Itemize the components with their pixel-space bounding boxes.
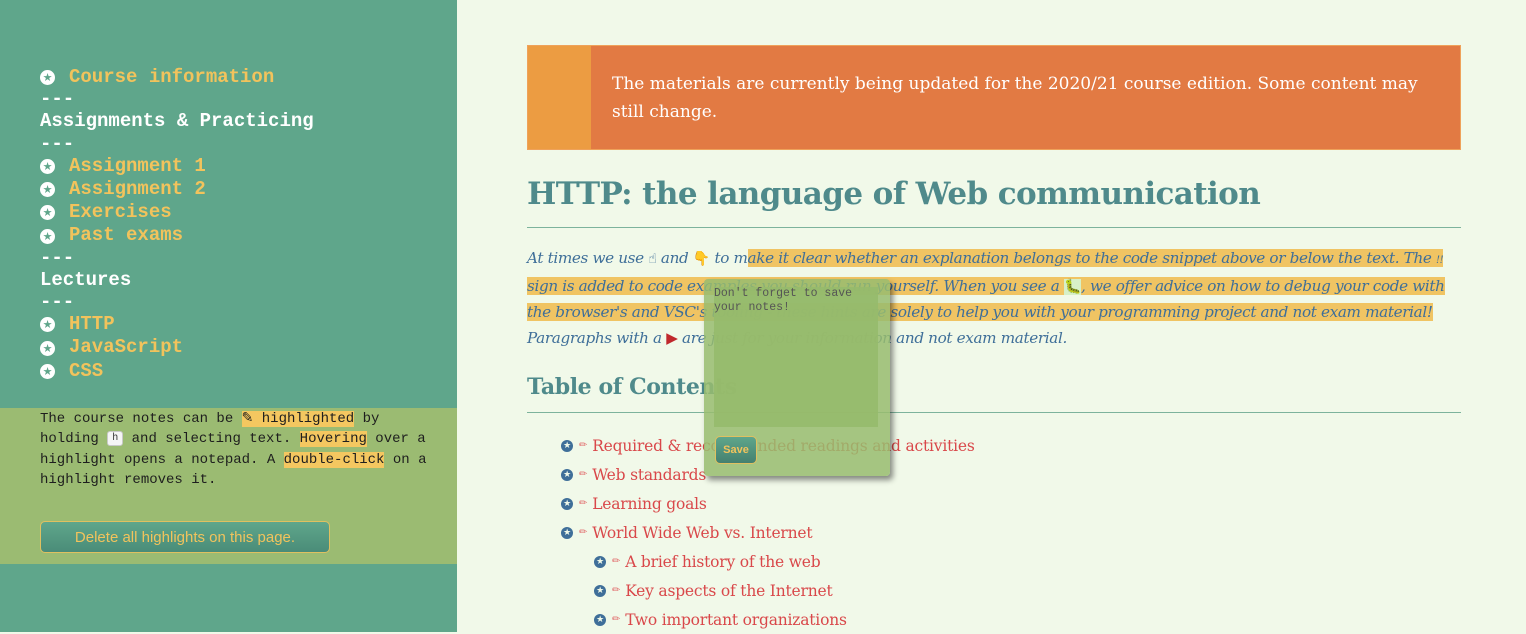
star-icon: ★: [40, 228, 55, 244]
sidebar-link[interactable]: Past exams: [69, 224, 183, 247]
toc-divider: [527, 412, 1461, 413]
star-icon: ★: [561, 497, 573, 510]
sidebar-link[interactable]: Assignment 1: [69, 155, 206, 178]
banner-text: The materials are currently being update…: [612, 74, 1418, 122]
toc-item: ★ ✏ Key aspects of the Internet: [594, 576, 975, 605]
sidebar-item[interactable]: ★ CSS: [40, 360, 314, 383]
sidebar-separator: ---: [40, 291, 75, 314]
star-icon: ★: [561, 468, 573, 481]
highlight-info-text: The course notes can be ✎ highlighted by…: [40, 409, 440, 490]
toc-item: ★ ✏ Learning goals: [561, 489, 975, 518]
pencil-icon: ✏: [579, 498, 588, 509]
toc-link[interactable]: Key aspects of the Internet: [625, 582, 833, 600]
notepad-textarea[interactable]: [714, 287, 878, 427]
toc-link[interactable]: A brief history of the web: [625, 553, 820, 571]
intro-text: to m: [709, 249, 748, 267]
sidebar-item[interactable]: ★ JavaScript: [40, 336, 314, 359]
pencil-icon: ✏: [579, 440, 588, 451]
star-icon: ★: [561, 526, 573, 539]
sidebar-heading: Lectures: [40, 268, 132, 291]
pencil-icon: ✏: [579, 469, 588, 480]
sidebar-link[interactable]: Exercises: [69, 201, 172, 224]
sidebar-item[interactable]: ★ Exercises: [40, 201, 314, 224]
intro-text: and: [656, 249, 693, 267]
info-text: and selecting text.: [123, 431, 300, 448]
star-icon: ★: [40, 158, 55, 174]
intro-paragraph: At times we use ☝ and 👇 to make it clear…: [527, 246, 1467, 352]
pencil-icon: ✏: [612, 614, 621, 625]
pencil-icon: ✏: [612, 585, 621, 596]
sidebar-heading: Assignments & Practicing: [40, 110, 314, 133]
sidebar-item[interactable]: ★ HTTP: [40, 313, 314, 336]
update-banner: The materials are currently being update…: [527, 45, 1461, 150]
toc-link[interactable]: Learning goals: [592, 495, 707, 513]
star-icon: ★: [40, 317, 55, 333]
sidebar-item[interactable]: ★ Assignment 2: [40, 178, 314, 201]
star-icon: ★: [594, 584, 606, 597]
highlighted-word: ✎ highlighted: [241, 411, 355, 427]
pencil-icon: ✏: [612, 556, 621, 567]
keyboard-key: h: [107, 431, 124, 447]
star-icon: ★: [594, 555, 606, 568]
sidebar-link[interactable]: HTTP: [69, 313, 115, 336]
save-button[interactable]: Save: [715, 436, 757, 464]
star-icon: ★: [561, 439, 573, 452]
bug-icon: 🐛: [1063, 278, 1082, 295]
title-divider: [527, 227, 1461, 228]
toc-item: ★ ✏ World Wide Web vs. Internet: [561, 518, 975, 547]
sidebar-separator: ---: [40, 88, 75, 111]
toc-link[interactable]: Two important organizations: [625, 611, 847, 629]
sidebar-link[interactable]: JavaScript: [69, 336, 183, 359]
delete-highlights-button[interactable]: Delete all highlights on this page.: [40, 521, 330, 553]
sidebar-item[interactable]: ★ Course information: [40, 66, 314, 89]
star-icon: ★: [594, 613, 606, 626]
run-yourself-icon: !!: [1436, 255, 1444, 266]
page-title: HTTP: the language of Web communication: [527, 176, 1261, 212]
intro-text: At times we use: [527, 249, 649, 267]
sidebar-item[interactable]: ★ Assignment 1: [40, 155, 314, 178]
banner-stripe: [528, 46, 591, 149]
toc-link[interactable]: Web standards: [592, 466, 706, 484]
sidebar: ★ Course information --- Assignments & Prac…: [0, 0, 457, 632]
star-icon: ★: [40, 340, 55, 356]
toc-item: ★ ✏ A brief history of the web: [594, 547, 975, 576]
toc-link[interactable]: World Wide Web vs. Internet: [592, 524, 812, 542]
sidebar-link[interactable]: Assignment 2: [69, 178, 206, 201]
highlighted-word: double-click: [283, 451, 385, 468]
star-icon: ★: [40, 182, 55, 198]
highlight-notepad: Save: [704, 279, 890, 476]
sidebar-item[interactable]: ★ Past exams: [40, 224, 314, 247]
toc-item: ★ ✏ Two important organizations: [594, 605, 975, 634]
star-icon: ★: [40, 363, 55, 379]
pencil-icon: ✏: [579, 527, 588, 538]
sidebar-separator: ---: [40, 132, 75, 155]
pointing-down-icon: 👇: [692, 251, 710, 267]
sidebar-link[interactable]: Course information: [69, 66, 274, 89]
intro-text: Paragraphs with a: [527, 329, 667, 348]
star-icon: ★: [40, 205, 55, 221]
highlighted-word: Hovering: [299, 431, 367, 448]
sidebar-link[interactable]: CSS: [69, 360, 103, 383]
flag-icon: ▶: [666, 329, 678, 348]
sidebar-separator: ---: [40, 246, 75, 269]
info-text: The course notes can be: [40, 411, 242, 427]
intro-text: ake it clear whether an explanation belo…: [747, 249, 1436, 267]
star-icon: ★: [40, 70, 55, 86]
sidebar-nav: ★ Course information --- Assignments & Prac…: [40, 66, 314, 383]
